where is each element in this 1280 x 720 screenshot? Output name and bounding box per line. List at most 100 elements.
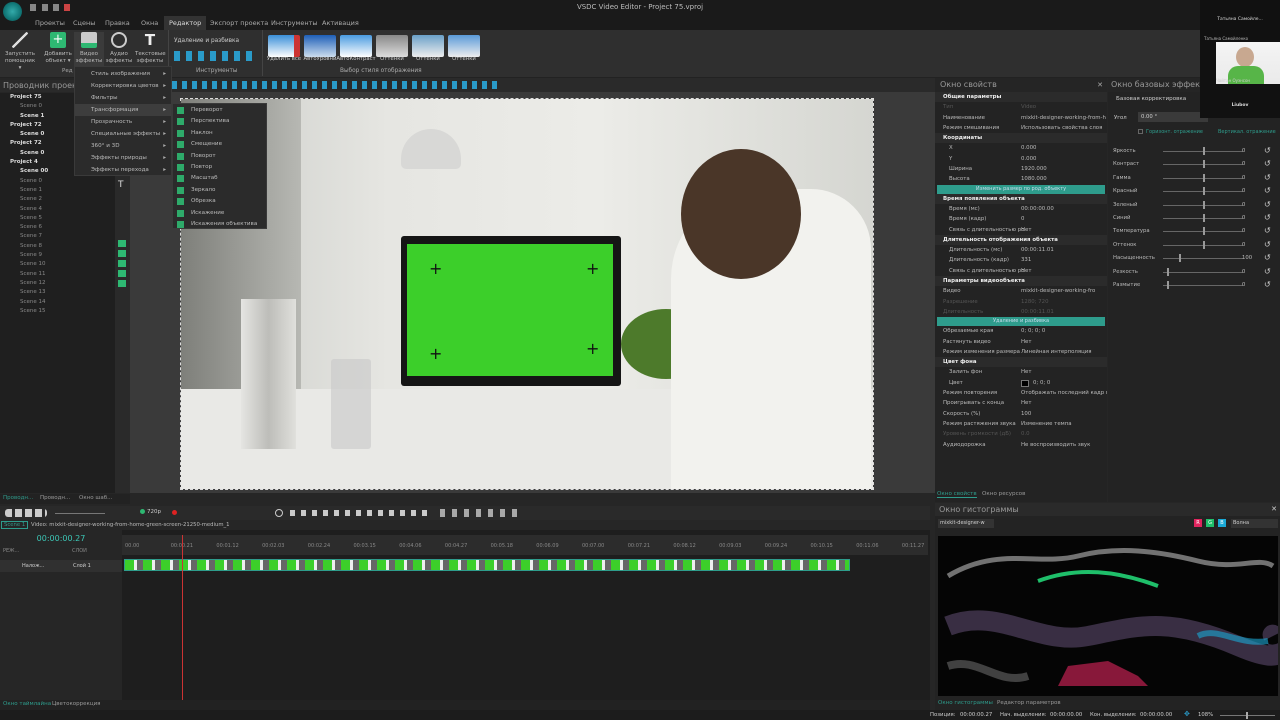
- property-value[interactable]: Нет: [1021, 337, 1032, 347]
- property-row[interactable]: Режим смешивания Использовать свойства сл…: [935, 123, 1107, 133]
- property-value[interactable]: Не воспроизводить звук: [1021, 440, 1090, 450]
- tree-scene[interactable]: Scene 12: [0, 279, 115, 288]
- submenu-item[interactable]: Искажения объектива: [173, 219, 266, 230]
- slider-track[interactable]: [1163, 258, 1243, 260]
- tree-scene[interactable]: Scene 2: [0, 195, 115, 204]
- app-logo-icon[interactable]: [3, 2, 22, 21]
- reset-icon[interactable]: ↺: [1264, 280, 1271, 289]
- style-tint-1[interactable]: [376, 35, 408, 57]
- properties-grid[interactable]: Общие параметры Тип Video Наименование mixki…: [935, 92, 1107, 450]
- tab-properties[interactable]: Окно свойств: [937, 491, 977, 498]
- property-row[interactable]: Видео mixkit-designer-working-fro: [935, 286, 1107, 296]
- tab-templates[interactable]: Окно шаб...: [79, 495, 112, 501]
- property-section[interactable]: Общие параметры: [935, 92, 1107, 103]
- property-value[interactable]: 0.0: [1021, 429, 1030, 439]
- tab-windows[interactable]: Окна: [136, 16, 163, 30]
- cut-split-button[interactable]: Удаление и разбивка: [174, 38, 239, 44]
- tab-edit[interactable]: Правка: [100, 16, 135, 30]
- property-row[interactable]: X 0.000: [935, 143, 1107, 153]
- tab-export[interactable]: Экспорт проекта: [205, 16, 273, 30]
- wizard-button[interactable]: Запустить помощник ▾: [5, 32, 35, 72]
- submenu-item[interactable]: Переворот: [173, 105, 266, 116]
- submenu-item[interactable]: Повтор: [173, 162, 266, 173]
- tab-timeline[interactable]: Окно таймлайна: [3, 701, 51, 707]
- flip-horizontal-checkbox[interactable]: [1138, 129, 1143, 134]
- effect-slider-row[interactable]: Гамма 0 ↺: [1108, 172, 1280, 185]
- playhead[interactable]: [182, 535, 183, 700]
- property-section[interactable]: Координаты: [935, 133, 1107, 144]
- reset-icon[interactable]: ↺: [1264, 253, 1271, 262]
- property-value[interactable]: Отображать последний кадр п: [1021, 388, 1107, 398]
- property-value[interactable]: 0.000: [1021, 143, 1036, 153]
- layer-row[interactable]: Налож... Слой 1: [0, 560, 122, 572]
- menu-item[interactable]: Стиль изображения ▸: [75, 68, 171, 80]
- slider-thumb[interactable]: [1203, 200, 1205, 209]
- property-value[interactable]: 1280; 720: [1021, 297, 1049, 307]
- property-row[interactable]: Цвет 0; 0; 0: [935, 378, 1107, 388]
- mode-select[interactable]: Волна: [1231, 519, 1278, 528]
- tree-scene[interactable]: Scene 13: [0, 288, 115, 297]
- effect-slider-row[interactable]: Синий 0 ↺: [1108, 212, 1280, 225]
- property-value[interactable]: 00:00:00.00: [1021, 204, 1054, 214]
- tree-scene[interactable]: Scene 14: [0, 298, 115, 307]
- channel-g-toggle[interactable]: G: [1206, 519, 1214, 527]
- menu-item[interactable]: Фильтры ▸: [75, 92, 171, 104]
- property-value[interactable]: Нет: [1021, 225, 1032, 235]
- property-action-button[interactable]: Удаление и разбивка: [937, 317, 1105, 327]
- property-row[interactable]: Аудиодорожка Не воспроизводить звук: [935, 440, 1107, 450]
- tree-scene[interactable]: Scene 0: [0, 177, 115, 186]
- tab-color-correction[interactable]: Цветокоррекция: [52, 701, 100, 707]
- property-row[interactable]: Длительность 00:00:11.01: [935, 307, 1107, 317]
- reset-icon[interactable]: ↺: [1264, 146, 1271, 155]
- slider-thumb[interactable]: [1203, 187, 1205, 196]
- effect-slider-row[interactable]: Яркость 0 ↺: [1108, 145, 1280, 158]
- video-effects-button[interactable]: Видеоэффекты ▾: [74, 32, 104, 71]
- property-row[interactable]: Время (кадр) 0: [935, 214, 1107, 224]
- effect-slider-row[interactable]: Температура 0 ↺: [1108, 225, 1280, 238]
- tree-scene[interactable]: Scene 10: [0, 260, 115, 269]
- submenu-item[interactable]: Обрезка: [173, 196, 266, 207]
- property-row[interactable]: Время (мс) 00:00:00.00: [935, 204, 1107, 214]
- style-remove-all[interactable]: [268, 35, 300, 57]
- tab-explorer[interactable]: Проводн...: [3, 495, 33, 501]
- effect-slider-row[interactable]: Красный 0 ↺: [1108, 185, 1280, 198]
- property-section[interactable]: Цвет фона: [935, 357, 1107, 368]
- style-tint-2[interactable]: [412, 35, 444, 57]
- reset-icon[interactable]: ↺: [1264, 267, 1271, 276]
- zoom-fit-icon[interactable]: ✥: [1184, 710, 1190, 718]
- slider-thumb[interactable]: [1203, 213, 1205, 222]
- menu-item[interactable]: 360° и 3D ▸: [75, 140, 171, 152]
- tree-scene[interactable]: Scene 4: [0, 205, 115, 214]
- slider-thumb[interactable]: [1203, 240, 1205, 249]
- property-value[interactable]: Нет: [1021, 367, 1032, 377]
- tree-scene[interactable]: Scene 8: [0, 242, 115, 251]
- record-icon[interactable]: [172, 510, 177, 515]
- property-value[interactable]: mixkit-designer-working-from-h: [1021, 113, 1106, 123]
- effect-slider-row[interactable]: Насыщенность 100 ↺: [1108, 252, 1280, 265]
- menu-item[interactable]: Прозрачность ▸: [75, 116, 171, 128]
- tab-resources[interactable]: Окно ресурсов: [982, 491, 1025, 497]
- property-row[interactable]: Скорость (%) 100: [935, 409, 1107, 419]
- effect-slider-row[interactable]: Резкость 0 ↺: [1108, 266, 1280, 279]
- tree-scene[interactable]: Scene 15: [0, 307, 115, 316]
- slider-thumb[interactable]: [1203, 147, 1205, 155]
- effect-slider-row[interactable]: Зеленый 0 ↺: [1108, 199, 1280, 212]
- reset-icon[interactable]: ↺: [1264, 186, 1271, 195]
- property-row[interactable]: Режим растяжения звука Изменение темпа: [935, 419, 1107, 429]
- resolution-select[interactable]: 720p: [147, 509, 161, 515]
- property-row[interactable]: Уровень громкости (дБ) 0.0: [935, 429, 1107, 439]
- slider-thumb[interactable]: [1203, 160, 1205, 169]
- property-row[interactable]: Ширина 1920.000: [935, 164, 1107, 174]
- tab-scenes[interactable]: Сцены: [68, 16, 100, 30]
- menu-item[interactable]: Эффекты природы ▸: [75, 152, 171, 164]
- effect-slider-row[interactable]: Оттенок 0 ↺: [1108, 239, 1280, 252]
- slider-thumb[interactable]: [1167, 267, 1169, 276]
- zoom-slider[interactable]: [1220, 712, 1275, 719]
- tab-tools[interactable]: Инструменты: [266, 16, 323, 30]
- submenu-item[interactable]: Поворот: [173, 151, 266, 162]
- scene-tab[interactable]: Scene 1: [1, 521, 29, 529]
- property-value[interactable]: 0; 0; 0; 0: [1021, 326, 1045, 336]
- reset-icon[interactable]: ↺: [1264, 159, 1271, 168]
- effect-slider-row[interactable]: Контраст 0 ↺: [1108, 158, 1280, 171]
- media-tool-icons[interactable]: [118, 240, 126, 290]
